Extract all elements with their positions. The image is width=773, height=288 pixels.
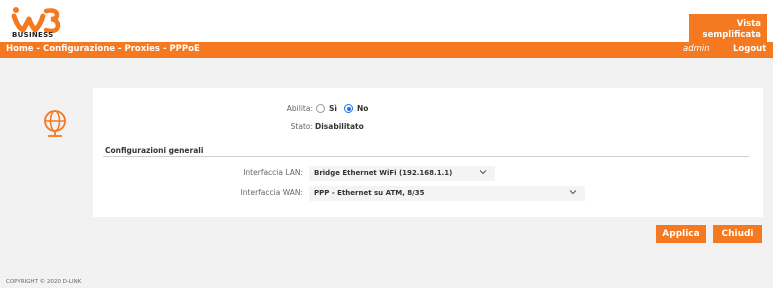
breadcrumb-configurazione[interactable]: Configurazione [43, 44, 115, 54]
stato-label: Stato: [290, 122, 313, 131]
stato-value: Disabilitato [315, 122, 364, 131]
user-name: admin [683, 44, 710, 54]
section-divider [103, 156, 749, 157]
breadcrumb-separator: - [33, 44, 44, 54]
navigation-bar: Home - Configurazione - Proxies - PPPoE … [0, 42, 773, 58]
breadcrumb: Home - Configurazione - Proxies - PPPoE [6, 44, 200, 54]
lan-interface-label: Interfaccia LAN: [243, 168, 303, 177]
chevron-down-icon [479, 170, 487, 175]
abilita-si-radio[interactable] [316, 104, 325, 113]
apply-button[interactable]: Applica [656, 225, 706, 243]
section-title: Configurazioni generali [105, 146, 204, 155]
lan-interface-value: Bridge Ethernet WiFi (192.168.1.1) [314, 169, 453, 177]
vista-semplificata-button[interactable]: Vista semplificata [689, 14, 767, 42]
close-button[interactable]: Chiudi [713, 225, 762, 243]
pppoe-settings-card: Abilita: Sì No Stato: Disabilitato Confi… [93, 88, 763, 217]
breadcrumb-home[interactable]: Home [6, 44, 34, 54]
wan-interface-value: PPP - Ethernet su ATM, 8/35 [314, 189, 425, 197]
logout-link[interactable]: Logout [733, 44, 766, 54]
abilita-no-radio[interactable] [344, 104, 353, 113]
breadcrumb-pppoe: PPPoE [169, 44, 200, 54]
breadcrumb-proxies[interactable]: Proxies [125, 44, 160, 54]
abilita-si-label[interactable]: Sì [329, 104, 337, 113]
copyright-text: COPYRIGHT © 2020 D-LINK [6, 279, 82, 285]
abilita-label: Abilita: [286, 104, 313, 113]
logo-business-text: BUSINESS [12, 31, 54, 39]
breadcrumb-separator: - [115, 44, 125, 54]
wan-interface-select[interactable]: PPP - Ethernet su ATM, 8/35 [309, 186, 585, 201]
globe-icon [44, 110, 66, 137]
top-header: BUSINESS Vista semplificata [0, 0, 773, 42]
lan-interface-select[interactable]: Bridge Ethernet WiFi (192.168.1.1) [309, 166, 495, 181]
chevron-down-icon [569, 190, 577, 195]
wan-interface-label: Interfaccia WAN: [240, 188, 303, 197]
abilita-no-label[interactable]: No [357, 104, 368, 113]
